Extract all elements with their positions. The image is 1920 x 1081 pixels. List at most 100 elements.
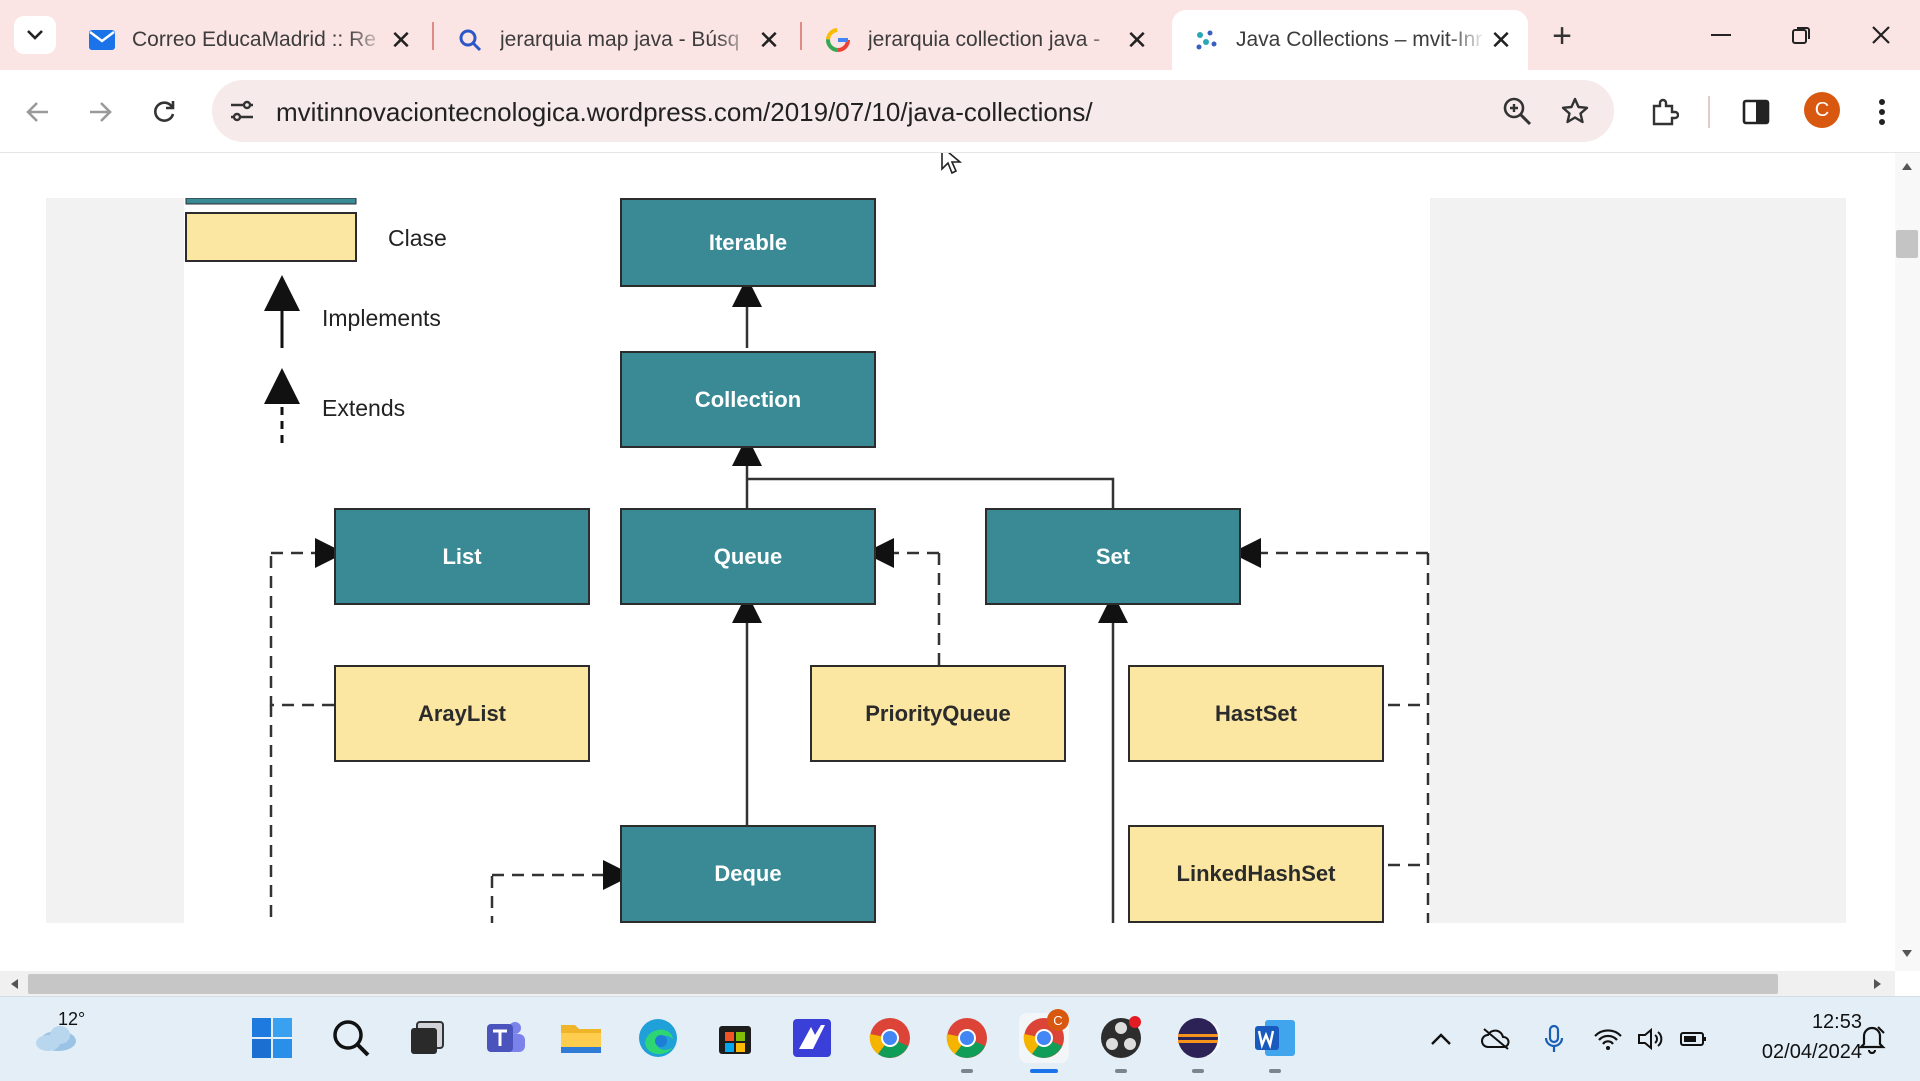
node-priorityqueue: PriorityQueue xyxy=(810,665,1066,762)
tab-java-collections[interactable]: Java Collections – mvit-Inr ✕ xyxy=(1172,10,1528,70)
back-button[interactable] xyxy=(16,90,60,134)
notifications-bell-icon[interactable] xyxy=(1856,1023,1888,1055)
restore-button[interactable] xyxy=(1766,8,1836,62)
chrome-profile-icon[interactable]: C xyxy=(1019,1009,1069,1063)
close-icon xyxy=(1872,26,1890,44)
site-settings-icon[interactable] xyxy=(228,98,256,129)
microphone-icon[interactable] xyxy=(1538,1023,1570,1055)
task-view-icon[interactable] xyxy=(402,1013,452,1063)
scroll-right-arrow-icon[interactable] xyxy=(1872,977,1884,991)
url-text[interactable]: mvitinnovaciontecnologica.wordpress.com/… xyxy=(276,97,1093,128)
search-icon xyxy=(456,26,484,54)
tab-search-button[interactable] xyxy=(14,16,56,54)
vertical-scrollbar[interactable] xyxy=(1895,153,1920,971)
weather-temperature: 12° xyxy=(58,1009,86,1029)
windows-start-icon[interactable] xyxy=(247,1013,297,1063)
horizontal-scroll-thumb[interactable] xyxy=(28,974,1778,994)
restore-icon xyxy=(1792,27,1810,44)
collections-hierarchy-diagram: Clase Implements Extends Iterable Collec… xyxy=(184,198,1430,923)
node-linkedhashset: LinkedHashSet xyxy=(1128,825,1384,923)
tab-title: jerarquia map java - Búsq xyxy=(500,28,740,51)
onedrive-cloud-icon[interactable] xyxy=(1480,1023,1512,1055)
toolbar-divider xyxy=(1708,96,1710,128)
tab-busqueda[interactable]: jerarquia map java - Búsq ✕ xyxy=(436,10,796,70)
puzzle-icon xyxy=(1652,98,1679,126)
node-queue: Queue xyxy=(620,508,876,605)
volume-icon[interactable] xyxy=(1636,1023,1668,1055)
close-icon[interactable]: ✕ xyxy=(386,25,416,55)
running-indicator xyxy=(1269,1069,1281,1073)
node-collection: Collection xyxy=(620,351,876,448)
mail-icon xyxy=(88,26,116,54)
node-set: Set xyxy=(985,508,1241,605)
chevron-up-icon[interactable] xyxy=(1425,1023,1457,1055)
word-icon[interactable] xyxy=(1250,1013,1300,1063)
side-panel-button[interactable] xyxy=(1734,90,1778,134)
wordpress-site-icon xyxy=(1192,26,1220,54)
edge-icon[interactable] xyxy=(633,1013,683,1063)
reload-button[interactable] xyxy=(142,90,186,134)
running-indicator xyxy=(1115,1069,1127,1073)
active-indicator xyxy=(1030,1069,1058,1073)
legend-extends-label: Extends xyxy=(322,395,406,421)
scroll-down-arrow-icon[interactable] xyxy=(1900,948,1914,960)
close-icon[interactable]: ✕ xyxy=(754,25,784,55)
address-bar[interactable]: mvitinnovaciontecnologica.wordpress.com/… xyxy=(212,80,1614,142)
chrome-profile-badge: C xyxy=(1047,1009,1069,1031)
forward-button[interactable] xyxy=(78,90,122,134)
chevron-down-icon xyxy=(27,30,43,40)
chrome-icon[interactable] xyxy=(942,1013,992,1063)
app-icon[interactable] xyxy=(787,1013,837,1063)
scroll-up-arrow-icon[interactable] xyxy=(1900,160,1914,172)
teams-icon[interactable] xyxy=(480,1013,530,1063)
eclipse-icon[interactable] xyxy=(1173,1013,1223,1063)
side-panel-icon xyxy=(1742,99,1770,125)
tab-separator xyxy=(432,22,434,50)
node-deque: Deque xyxy=(620,825,876,923)
kebab-menu-icon xyxy=(1879,99,1885,125)
close-icon[interactable]: ✕ xyxy=(1122,25,1152,55)
node-list: List xyxy=(334,508,590,605)
clock-time[interactable]: 12:53 xyxy=(1744,1011,1862,1034)
chrome-icon[interactable] xyxy=(865,1013,915,1063)
tab-google[interactable]: jerarquia collection java - ✕ xyxy=(804,10,1164,70)
running-indicator xyxy=(1192,1069,1204,1073)
arrow-left-icon xyxy=(26,102,48,122)
windows-taskbar: 12° C 12:53 02/04/2024 xyxy=(0,996,1920,1081)
star-bookmark-icon[interactable] xyxy=(1560,96,1590,131)
running-indicator xyxy=(961,1069,973,1073)
obs-icon[interactable] xyxy=(1096,1013,1146,1063)
tab-title: Java Collections – mvit-Inr xyxy=(1236,28,1483,51)
extensions-button[interactable] xyxy=(1642,90,1686,134)
page-content: Clase Implements Extends Iterable Collec… xyxy=(0,153,1895,971)
vertical-scroll-thumb[interactable] xyxy=(1896,230,1918,258)
tab-correo[interactable]: Correo EducaMadrid :: Re ✕ xyxy=(68,10,428,70)
tab-title: Correo EducaMadrid :: Re xyxy=(132,28,376,51)
minimize-icon xyxy=(1711,34,1731,36)
reload-icon xyxy=(154,101,175,122)
close-window-button[interactable] xyxy=(1846,8,1916,62)
close-icon[interactable]: ✕ xyxy=(1486,25,1516,55)
browser-toolbar: mvitinnovaciontecnologica.wordpress.com/… xyxy=(0,70,1920,153)
legend-class-swatch xyxy=(185,212,357,262)
store-icon[interactable] xyxy=(710,1013,760,1063)
menu-button[interactable] xyxy=(1860,90,1904,134)
zoom-icon[interactable] xyxy=(1502,96,1532,131)
node-arraylist: ArayList xyxy=(334,665,590,762)
node-iterable: Iterable xyxy=(620,198,876,287)
minimize-button[interactable] xyxy=(1686,8,1756,62)
google-icon xyxy=(824,26,852,54)
profile-avatar[interactable]: C xyxy=(1804,92,1840,128)
battery-icon[interactable] xyxy=(1678,1023,1710,1055)
legend-implements-label: Implements xyxy=(322,305,441,331)
arrow-right-icon xyxy=(90,102,112,122)
tab-separator xyxy=(800,22,802,50)
search-icon[interactable] xyxy=(326,1013,376,1063)
wifi-icon[interactable] xyxy=(1592,1023,1624,1055)
new-tab-button[interactable]: + xyxy=(1542,16,1582,56)
scroll-left-arrow-icon[interactable] xyxy=(8,977,20,991)
file-explorer-icon[interactable] xyxy=(556,1013,606,1063)
legend-class-label: Clase xyxy=(388,225,447,251)
clock-date[interactable]: 02/04/2024 xyxy=(1726,1041,1862,1064)
mouse-cursor-icon xyxy=(941,153,962,175)
